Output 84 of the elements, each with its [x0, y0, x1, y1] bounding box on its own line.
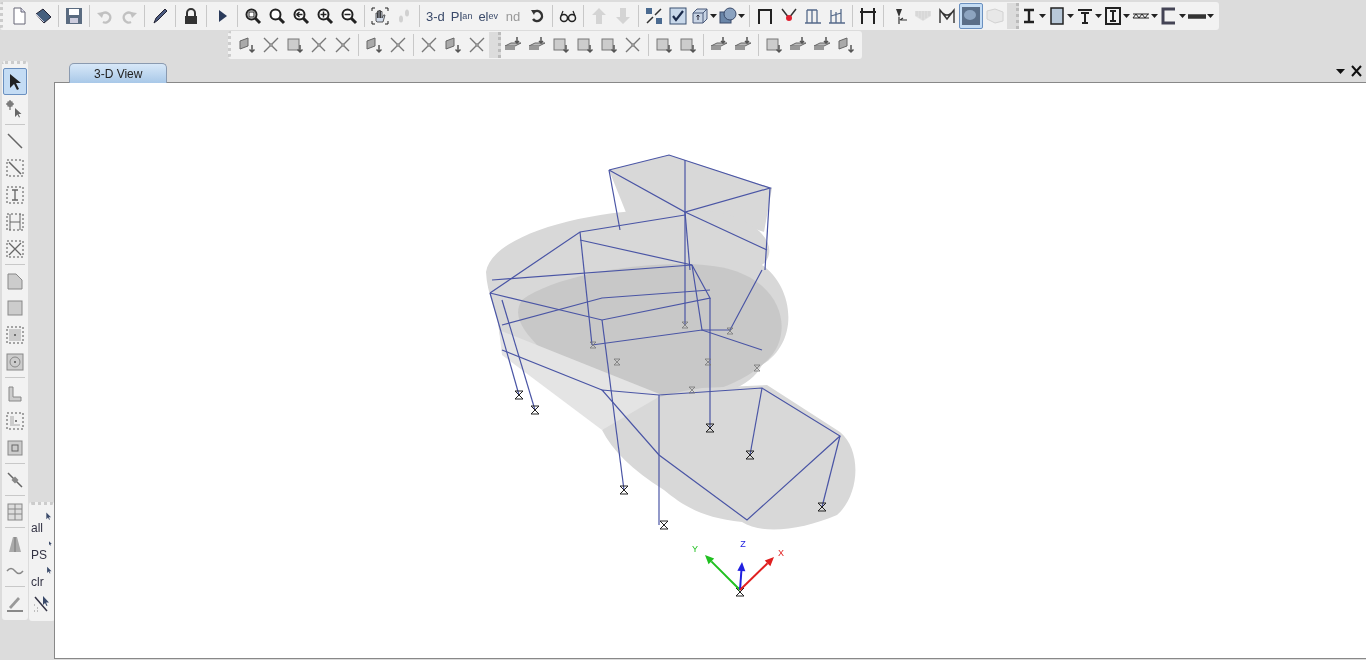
zoom-in-icon — [316, 7, 334, 25]
diagonal-arrows-icon — [468, 36, 486, 54]
dashed-box-cross-icon — [6, 239, 24, 258]
down-arrow-icon — [614, 7, 633, 25]
rectangle-area-icon — [6, 298, 24, 317]
caret-icon — [1151, 14, 1159, 18]
link-icon — [6, 470, 24, 489]
node-pointer-icon — [6, 99, 24, 118]
caret-icon — [1039, 14, 1047, 18]
zoom-out-icon — [340, 7, 358, 25]
tee-section-icon — [1076, 7, 1095, 25]
caret-icon — [1123, 14, 1131, 18]
hand-icon — [371, 7, 389, 25]
diagonal-arrows-icon — [262, 36, 280, 54]
columns-icon — [804, 7, 823, 25]
select-button[interactable]: all — [30, 509, 54, 536]
dashed-box-diagonal-icon — [6, 158, 24, 177]
box-arrow-icon — [576, 36, 594, 54]
shaded-view-icon — [962, 7, 981, 25]
dashed-box-beam-icon — [6, 185, 24, 204]
select-button[interactable]: PS — [30, 536, 54, 563]
small-square-icon — [6, 438, 24, 457]
book-icon — [34, 7, 52, 25]
caret-icon — [1207, 14, 1215, 18]
magnifier-icon — [292, 7, 310, 25]
caret-icon — [1067, 14, 1075, 18]
beam-arrow-icon — [365, 36, 383, 54]
diagonal-arrows-icon — [310, 36, 328, 54]
view-button[interactable]: 3-d — [423, 3, 448, 29]
cube-icon — [691, 7, 710, 25]
diagonal-arrows-icon — [389, 36, 407, 54]
box-arrow-icon — [655, 36, 673, 54]
l-shape-icon — [6, 384, 24, 403]
box-arrow-icon — [600, 36, 618, 54]
rectangle-section-icon — [1048, 7, 1067, 25]
diagonal-arrows-icon — [624, 36, 642, 54]
pencil-icon — [151, 7, 169, 25]
toolbar-grip[interactable] — [489, 32, 501, 58]
diagonal-arrows-icon — [334, 36, 352, 54]
toolbar-button[interactable] — [3, 68, 27, 95]
beam-arrow-icon — [444, 36, 462, 54]
padlock-icon — [182, 7, 200, 25]
box-arrow-icon — [286, 36, 304, 54]
polygon-area-icon — [6, 271, 24, 290]
axis-label: Y — [692, 544, 698, 554]
cable-icon — [938, 7, 957, 25]
squares-arrows-icon — [645, 7, 664, 25]
wave-icon — [6, 566, 24, 575]
beam-arrow-icon — [837, 36, 855, 54]
magnifier-icon — [268, 7, 286, 25]
grid-icon — [6, 502, 24, 521]
columns-icon — [828, 7, 847, 25]
dotted-pointer-icon — [33, 594, 51, 613]
close-icon[interactable] — [1351, 65, 1362, 77]
view-tab[interactable]: 3-D View — [69, 63, 168, 83]
diagonal-arrows-icon — [420, 36, 438, 54]
box-arrow-icon — [552, 36, 570, 54]
caret-icon — [710, 14, 718, 18]
dashed-corner-icon — [6, 411, 24, 430]
line-icon — [6, 131, 24, 150]
frame-icon — [859, 7, 878, 25]
circle-area-icon — [6, 352, 24, 371]
caret-icon — [1095, 14, 1103, 18]
boxed-i-beam-icon — [1104, 7, 1123, 25]
box-arrow-icon — [765, 36, 783, 54]
axis-label: X — [778, 548, 784, 558]
beam-arrow-icon — [238, 36, 256, 54]
toolbar-grip[interactable] — [1007, 3, 1020, 29]
axis-label: Z — [740, 539, 746, 549]
portal-frame-icon — [756, 7, 775, 25]
select-button[interactable]: clr — [30, 563, 54, 590]
dashed-box-grid-icon — [6, 212, 24, 231]
bar-icon — [1188, 13, 1207, 19]
caret-icon — [738, 14, 746, 18]
up-arrow-icon — [590, 7, 609, 25]
surface-icon — [986, 7, 1005, 25]
caret-icon — [1179, 14, 1187, 18]
dashed-area-dot-icon — [6, 325, 24, 344]
overlapping-shapes-icon — [719, 7, 738, 25]
box-arrow-icon — [679, 36, 697, 54]
magnifier-icon — [244, 7, 262, 25]
tower-icon — [6, 534, 24, 553]
checkbox-icon — [669, 7, 688, 25]
page-icon — [10, 7, 28, 25]
